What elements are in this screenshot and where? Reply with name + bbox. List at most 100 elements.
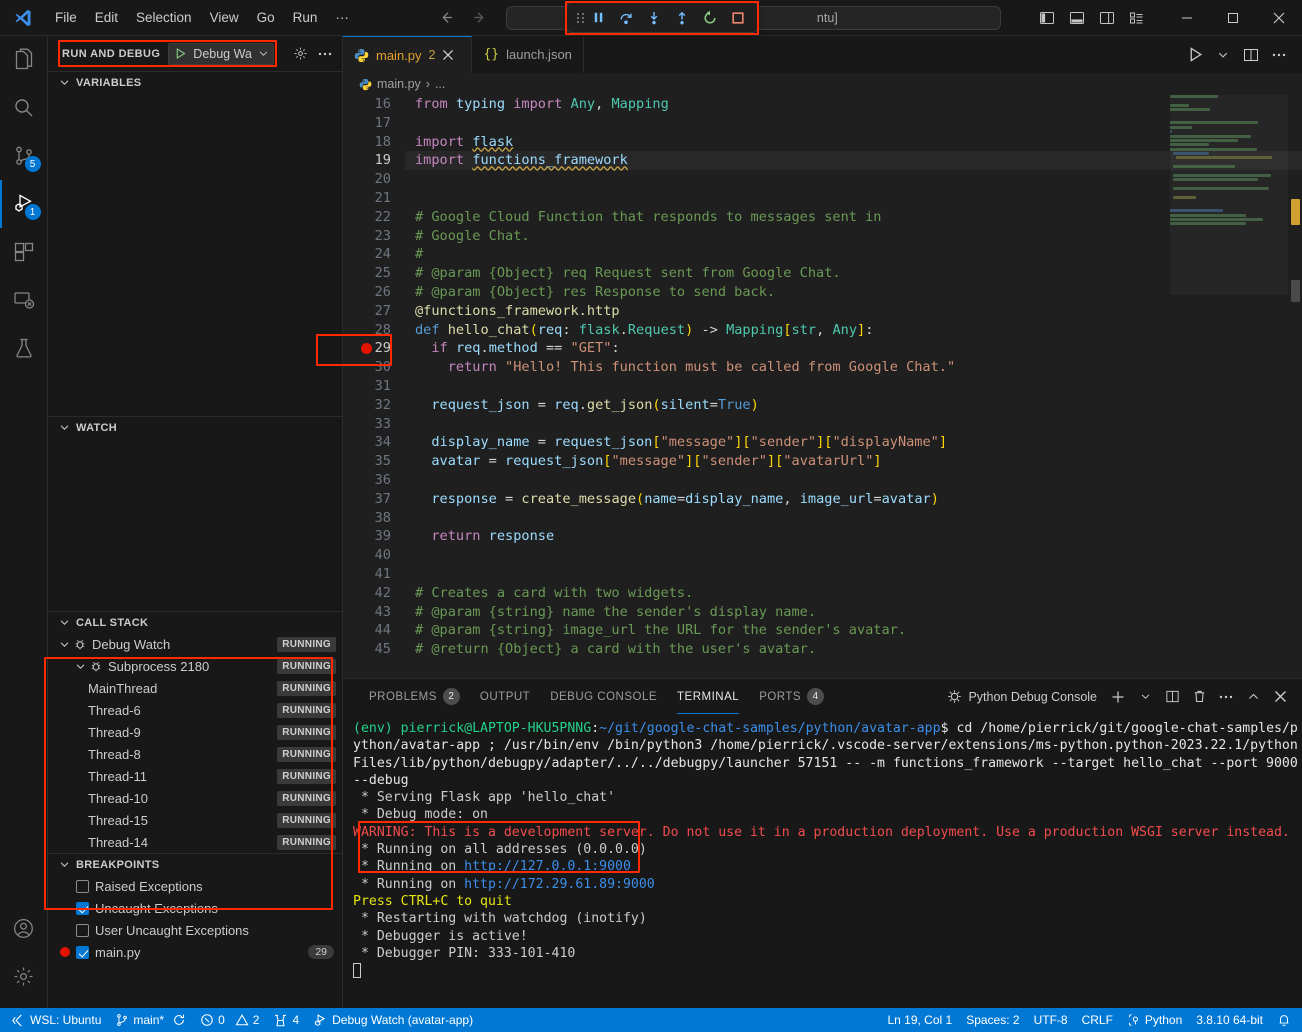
menu-run[interactable]: Run [284,6,327,29]
maximize-button[interactable] [1210,0,1256,36]
status-indentation[interactable]: Spaces: 2 [959,1008,1026,1032]
line-number[interactable]: 21 [343,189,405,208]
status-eol[interactable]: CRLF [1075,1008,1120,1032]
line-number[interactable]: 45 [343,640,405,659]
code-line[interactable]: if req.method == "GET": [405,339,1302,358]
status-language-mode[interactable]: Python [1120,1008,1189,1032]
chevron-down-icon[interactable] [56,636,72,652]
code-line[interactable]: # @param {Object} req Request sent from … [405,264,1302,283]
breakpoint-checkbox[interactable] [76,946,89,959]
line-number[interactable]: 42 [343,584,405,603]
line-number[interactable]: 27 [343,302,405,321]
line-number[interactable]: 18 [343,133,405,152]
maximize-panel-chevron-up-icon[interactable] [1241,685,1265,709]
line-number[interactable]: 26 [343,283,405,302]
code-line[interactable]: import functions_framework [405,151,1302,170]
status-ports[interactable]: 4 [266,1008,306,1032]
callstack-pane-header[interactable]: CALL STACK [48,611,342,633]
menu-file[interactable]: File [46,6,86,29]
code-line[interactable]: @functions_framework.http [405,302,1302,321]
terminal-link[interactable]: http://127.0.0.1:9000 [464,859,631,874]
code-line[interactable] [405,170,1302,189]
chevron-down-icon[interactable] [72,658,88,674]
breakpoint-row[interactable]: main.py29 [48,941,342,963]
run-python-file-icon[interactable] [1182,42,1208,68]
code-line[interactable]: return response [405,527,1302,546]
code-line[interactable]: import flask [405,133,1302,152]
step-into-button[interactable] [641,6,667,30]
code-line[interactable] [405,546,1302,565]
menu-selection[interactable]: Selection [127,6,201,29]
code-line[interactable]: def hello_chat(req: flask.Request) -> Ma… [405,321,1302,340]
callstack-row[interactable]: Thread-8RUNNING [48,743,342,765]
menu-more[interactable]: ··· [326,6,358,29]
line-number[interactable]: 24 [343,245,405,264]
panel-tab-ports[interactable]: PORTS 4 [749,679,834,714]
editor-tab-launch-json[interactable]: {} launch.json [472,36,583,73]
status-branch[interactable]: main* [108,1008,193,1032]
breadcrumb-item-file[interactable]: main.py [377,77,421,91]
terminal-link[interactable]: http://172.29.61.89:9000 [464,877,655,892]
close-panel-icon[interactable] [1268,685,1292,709]
breadcrumb-item-symbol[interactable]: ... [435,77,445,91]
line-number[interactable]: 33 [343,415,405,434]
callstack-row[interactable]: Thread-10RUNNING [48,787,342,809]
line-number[interactable]: 35 [343,452,405,471]
toggle-secondary-sidebar-icon[interactable] [1094,5,1120,31]
callstack-row[interactable]: Thread-14RUNNING [48,831,342,853]
activitybar-item-settings[interactable] [0,952,48,1000]
menu-go[interactable]: Go [248,6,284,29]
breakpoint-checkbox[interactable] [76,924,89,937]
breakpoint-checkbox[interactable] [76,902,89,915]
pause-button[interactable] [585,6,611,30]
line-number[interactable]: 36 [343,471,405,490]
line-number[interactable]: 32 [343,396,405,415]
status-encoding[interactable]: UTF-8 [1027,1008,1075,1032]
callstack-row[interactable]: Thread-9RUNNING [48,721,342,743]
callstack-row[interactable]: MainThreadRUNNING [48,677,342,699]
stop-button[interactable] [725,6,751,30]
activitybar-item-source-control[interactable]: 5 [0,132,48,180]
editor-scrollbar-thumb[interactable] [1291,280,1300,302]
watch-pane-header[interactable]: WATCH [48,416,342,438]
code-line[interactable]: # @return {Object} a card with the user'… [405,640,1302,659]
editor-scrollbar[interactable] [1288,95,1302,678]
line-number[interactable]: 37 [343,490,405,509]
editor-tab-main-py[interactable]: main.py 2 [343,36,472,73]
callstack-row[interactable]: Debug WatchRUNNING [48,633,342,655]
activitybar-item-run-and-debug[interactable]: 1 [0,180,48,228]
editor-minimap[interactable] [1170,95,1288,678]
gear-icon[interactable] [289,43,311,65]
new-terminal-plus-icon[interactable] [1106,685,1130,709]
code-line[interactable]: # @param {string} image_url the URL for … [405,621,1302,640]
split-editor-icon[interactable] [1238,42,1264,68]
code-line[interactable] [405,415,1302,434]
activitybar-item-extensions[interactable] [0,228,48,276]
activitybar-item-remote-explorer[interactable] [0,276,48,324]
code-line[interactable]: from typing import Any, Mapping [405,95,1302,114]
menu-view[interactable]: View [201,6,248,29]
toggle-panel-icon[interactable] [1064,5,1090,31]
panel-more-actions-ellipsis-icon[interactable] [1214,685,1238,709]
panel-tab-output[interactable]: OUTPUT [470,679,540,714]
ellipsis-icon[interactable] [314,43,336,65]
line-number[interactable]: 40 [343,546,405,565]
toggle-primary-sidebar-icon[interactable] [1034,5,1060,31]
code-line[interactable]: # Creates a card with two widgets. [405,584,1302,603]
status-problems[interactable]: 0 2 [193,1008,266,1032]
status-python-interpreter[interactable]: 3.8.10 64-bit [1189,1008,1270,1032]
minimize-button[interactable] [1164,0,1210,36]
close-icon[interactable] [442,49,460,61]
callstack-row[interactable]: Thread-15RUNNING [48,809,342,831]
breakpoint-checkbox[interactable] [76,880,89,893]
line-number[interactable]: 16 [343,95,405,114]
chevron-down-icon[interactable] [258,48,269,59]
line-number[interactable]: 39 [343,527,405,546]
code-line[interactable]: # [405,245,1302,264]
terminal-dropdown-chevron-down-icon[interactable] [1133,685,1157,709]
callstack-row[interactable]: Subprocess 2180RUNNING [48,655,342,677]
customize-layout-icon[interactable] [1124,5,1150,31]
code-line[interactable]: response = create_message(name=display_n… [405,490,1302,509]
arrow-left-icon[interactable] [438,9,455,26]
debug-toolbar[interactable] [566,2,758,33]
